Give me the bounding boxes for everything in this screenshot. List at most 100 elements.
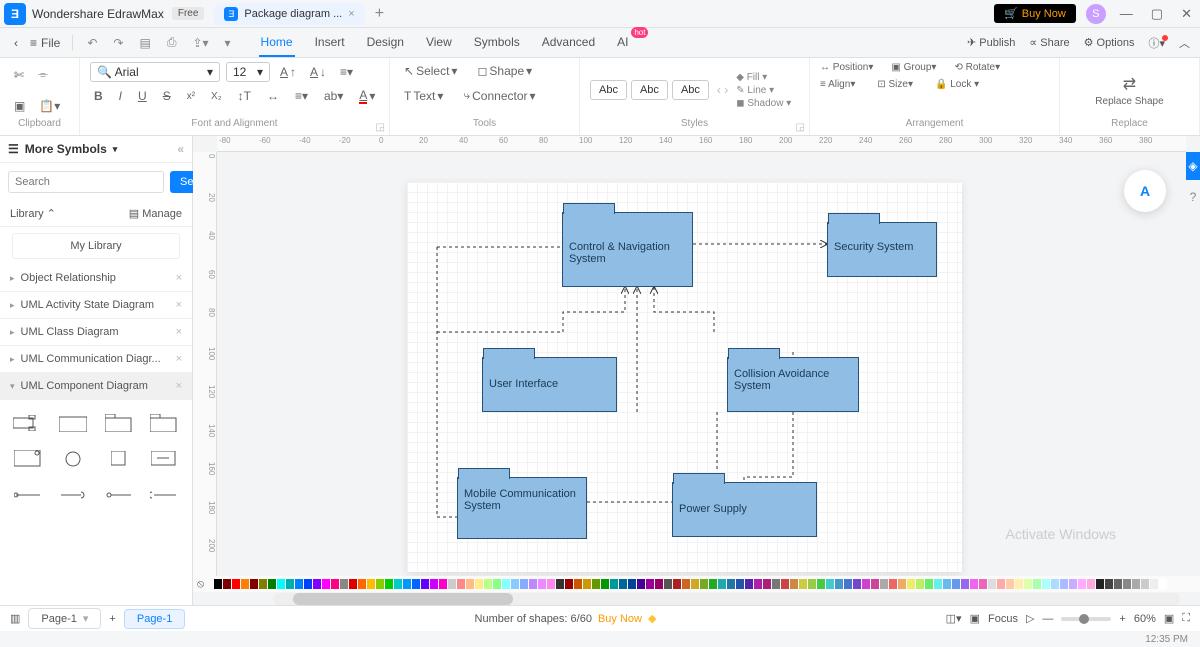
color-swatch[interactable] — [259, 579, 267, 589]
shape-thumb[interactable] — [8, 480, 48, 510]
collapse-ribbon-button[interactable]: ︿ — [1179, 35, 1190, 51]
color-swatch[interactable] — [754, 579, 762, 589]
color-swatch[interactable] — [727, 579, 735, 589]
color-swatch[interactable] — [835, 579, 843, 589]
presentation-button[interactable]: ▣ — [970, 612, 980, 625]
close-icon[interactable]: × — [348, 8, 354, 20]
upgrade-icon[interactable]: ◆ — [648, 612, 656, 625]
color-swatch[interactable] — [970, 579, 978, 589]
rotate-button[interactable]: ⟲ Rotate▾ — [954, 62, 1000, 73]
line-button[interactable]: ✎ Line ▾ — [736, 85, 791, 96]
package-ui[interactable]: User Interface — [482, 357, 617, 412]
add-page-button[interactable]: + — [109, 613, 115, 625]
color-swatch[interactable] — [529, 579, 537, 589]
color-swatch[interactable] — [313, 579, 321, 589]
color-swatch[interactable] — [808, 579, 816, 589]
fill-button[interactable]: ◆ Fill ▾ — [736, 72, 791, 83]
color-swatch[interactable] — [988, 579, 996, 589]
color-swatch[interactable] — [592, 579, 600, 589]
library-label[interactable]: Library ⌃ — [10, 207, 56, 220]
user-avatar[interactable]: S — [1086, 4, 1106, 24]
menu-insert[interactable]: Insert — [313, 29, 347, 57]
color-swatch[interactable] — [1096, 579, 1104, 589]
color-swatch[interactable] — [367, 579, 375, 589]
color-swatch[interactable] — [250, 579, 258, 589]
file-menu[interactable]: ≡ File — [26, 34, 64, 52]
font-color-button[interactable]: A▾ — [355, 86, 379, 106]
italic-button[interactable]: I — [115, 87, 126, 105]
publish-button[interactable]: ✈ Publish — [967, 36, 1015, 49]
highlight-button[interactable]: ab▾ — [320, 87, 347, 105]
color-swatch[interactable] — [862, 579, 870, 589]
zoom-in-button[interactable]: + — [1119, 613, 1125, 625]
layers-button[interactable]: ◫▾ — [946, 612, 962, 625]
menu-advanced[interactable]: Advanced — [540, 29, 597, 57]
print-button[interactable]: ⎙ — [161, 33, 183, 52]
drawing-canvas[interactable]: Control & Navigation System Security Sys… — [407, 182, 962, 572]
save-button[interactable]: ▤ — [133, 34, 156, 52]
color-swatch[interactable] — [448, 579, 456, 589]
font-dialog-button[interactable]: ◲ — [376, 122, 385, 133]
replace-shape-icon[interactable]: ⇄ — [1123, 74, 1136, 94]
style-preset[interactable]: Abc — [631, 80, 668, 100]
subscript-button[interactable]: X₂ — [207, 89, 226, 104]
color-swatch[interactable] — [772, 579, 780, 589]
color-swatch[interactable] — [898, 579, 906, 589]
manage-button[interactable]: ▤ Manage — [129, 207, 182, 220]
color-swatch[interactable] — [1114, 579, 1122, 589]
color-swatch[interactable] — [736, 579, 744, 589]
styles-dialog-button[interactable]: ◲ — [796, 122, 805, 133]
color-swatch[interactable] — [1087, 579, 1095, 589]
color-swatch[interactable] — [1105, 579, 1113, 589]
color-swatch[interactable] — [1006, 579, 1014, 589]
color-swatch[interactable] — [385, 579, 393, 589]
color-swatch[interactable] — [1060, 579, 1068, 589]
color-swatch[interactable] — [484, 579, 492, 589]
increase-font-button[interactable]: A↑ — [276, 63, 300, 81]
category-item[interactable]: ▸UML Communication Diagr...× — [0, 346, 192, 373]
color-swatch[interactable] — [682, 579, 690, 589]
new-tab-button[interactable]: + — [375, 5, 384, 23]
color-swatch[interactable] — [277, 579, 285, 589]
more-ql-button[interactable]: ▾ — [219, 34, 237, 52]
color-swatch[interactable] — [826, 579, 834, 589]
color-swatch[interactable] — [1033, 579, 1041, 589]
package-control[interactable]: Control & Navigation System — [562, 212, 693, 287]
color-swatch[interactable] — [520, 579, 528, 589]
color-swatch[interactable] — [1141, 579, 1149, 589]
shape-thumb[interactable] — [99, 408, 139, 438]
buy-now-link[interactable]: Buy Now — [598, 613, 642, 625]
shape-thumb[interactable] — [145, 444, 185, 474]
color-swatch[interactable] — [340, 579, 348, 589]
color-swatch[interactable] — [502, 579, 510, 589]
color-swatch[interactable] — [961, 579, 969, 589]
color-swatch[interactable] — [538, 579, 546, 589]
color-swatch[interactable] — [304, 579, 312, 589]
undo-button[interactable]: ↶ — [81, 34, 103, 52]
group-button[interactable]: ▣ Group▾ — [891, 62, 936, 73]
menu-design[interactable]: Design — [365, 29, 406, 57]
shape-thumb[interactable] — [99, 480, 139, 510]
format-panel-button[interactable]: ◈ — [1186, 152, 1200, 180]
fullscreen-button[interactable]: ⛶ — [1182, 612, 1190, 625]
ai-assistant-button[interactable]: A — [1124, 170, 1166, 212]
color-swatch[interactable] — [673, 579, 681, 589]
package-collision[interactable]: Collision Avoidance System — [727, 357, 859, 412]
category-item[interactable]: ▾UML Component Diagram× — [0, 373, 192, 400]
color-swatch[interactable] — [1078, 579, 1086, 589]
copy-button[interactable]: ▣ — [10, 97, 29, 115]
share-button[interactable]: ∝ Share — [1029, 36, 1069, 49]
menu-ai[interactable]: AIhot — [615, 29, 630, 57]
color-swatch[interactable] — [358, 579, 366, 589]
paste-button[interactable]: 📋▾ — [35, 97, 64, 115]
color-swatch[interactable] — [907, 579, 915, 589]
color-swatch[interactable] — [322, 579, 330, 589]
package-mobile[interactable]: Mobile Communication System — [457, 477, 587, 539]
color-swatch[interactable] — [781, 579, 789, 589]
color-swatch[interactable] — [979, 579, 987, 589]
page-tab-active[interactable]: Page-1 — [124, 609, 185, 629]
color-swatch[interactable] — [628, 579, 636, 589]
color-swatch[interactable] — [691, 579, 699, 589]
help-icon[interactable]: ? — [1186, 190, 1200, 204]
color-swatch[interactable] — [1042, 579, 1050, 589]
